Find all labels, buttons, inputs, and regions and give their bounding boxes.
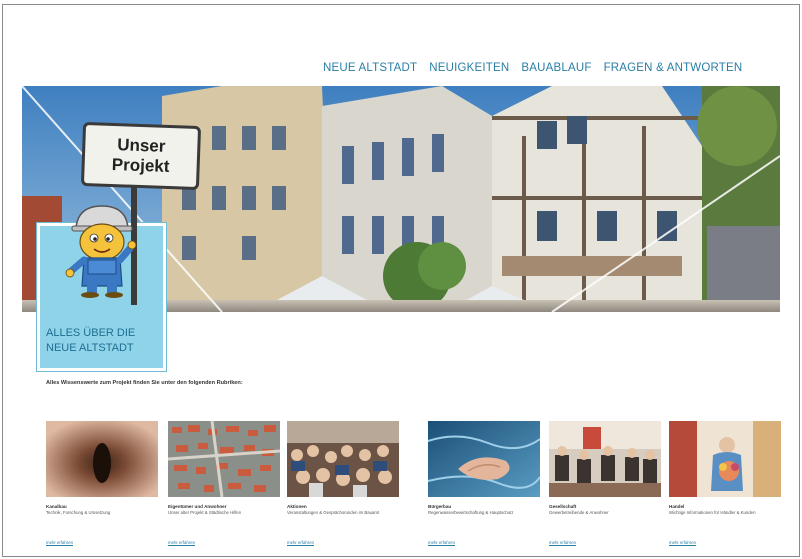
card-buergerbau[interactable]: Bürgerbau Regenwasserbewirtschaftung & H… [428, 421, 540, 545]
card-aktionen[interactable]: Aktionen Veranstaltungen & Gesprächsrund… [287, 421, 399, 545]
main-nav: NEUE ALTSTADT NEUIGKEITEN BAUABLAUF FRAG… [323, 62, 742, 74]
card-desc: Gewerbetreibende & Anwohner [549, 510, 609, 515]
card-link[interactable]: mehr erfahren [46, 540, 73, 545]
card-desc: Veranstaltungen & Gesprächsrunden im Bau… [287, 510, 380, 515]
card-desc: Wichtige Informationen für Händler & Kun… [669, 510, 756, 515]
card-link[interactable]: mehr erfahren [428, 540, 455, 545]
nav-neue-altstadt[interactable]: NEUE ALTSTADT [323, 62, 417, 74]
project-sign: Unser Projekt [80, 121, 202, 191]
crowd-image [287, 421, 399, 497]
mascot-icon [65, 205, 137, 298]
card-handel[interactable]: Handel Wichtige Informationen für Händle… [669, 421, 781, 545]
card-desc: Unser alter Projekt & Städtische Hilfen [168, 510, 242, 515]
category-cards: Kanalbau Technik, Forschung & Umsetzung … [46, 421, 784, 551]
water-hands-image [428, 421, 540, 497]
card-kanalbau[interactable]: Kanalbau Technik, Forschung & Umsetzung … [46, 421, 158, 545]
card-link[interactable]: mehr erfahren [669, 540, 696, 545]
card-link[interactable]: mehr erfahren [168, 540, 195, 545]
pipe-image [46, 421, 158, 497]
meeting-image [549, 421, 661, 497]
card-gesellschaft[interactable]: Gesellschaft Gewerbetreibende & Anwohner… [549, 421, 661, 545]
nav-neuigkeiten[interactable]: NEUIGKEITEN [429, 62, 509, 74]
card-desc: Regenwasserbewirtschaftung & Hauptschutz [428, 510, 514, 515]
card-link[interactable]: mehr erfahren [549, 540, 576, 545]
card-desc: Technik, Forschung & Umsetzung [46, 510, 111, 515]
intro-text: Alles Wissenswerte zum Projekt finden Si… [46, 380, 243, 386]
nav-fragen-antworten[interactable]: FRAGEN & ANTWORTEN [604, 62, 743, 74]
info-box-title: ALLES ÜBER DIE NEUE ALTSTADT [46, 327, 136, 354]
market-image [669, 421, 781, 497]
card-eigentuemer[interactable]: Eigentümer und Anwohner Unser alter Proj… [168, 421, 280, 545]
card-link[interactable]: mehr erfahren [287, 540, 314, 545]
nav-bauablauf[interactable]: BAUABLAUF [521, 62, 591, 74]
project-sign-text: Unser Projekt [111, 135, 170, 176]
aerial-map-image [168, 421, 280, 497]
